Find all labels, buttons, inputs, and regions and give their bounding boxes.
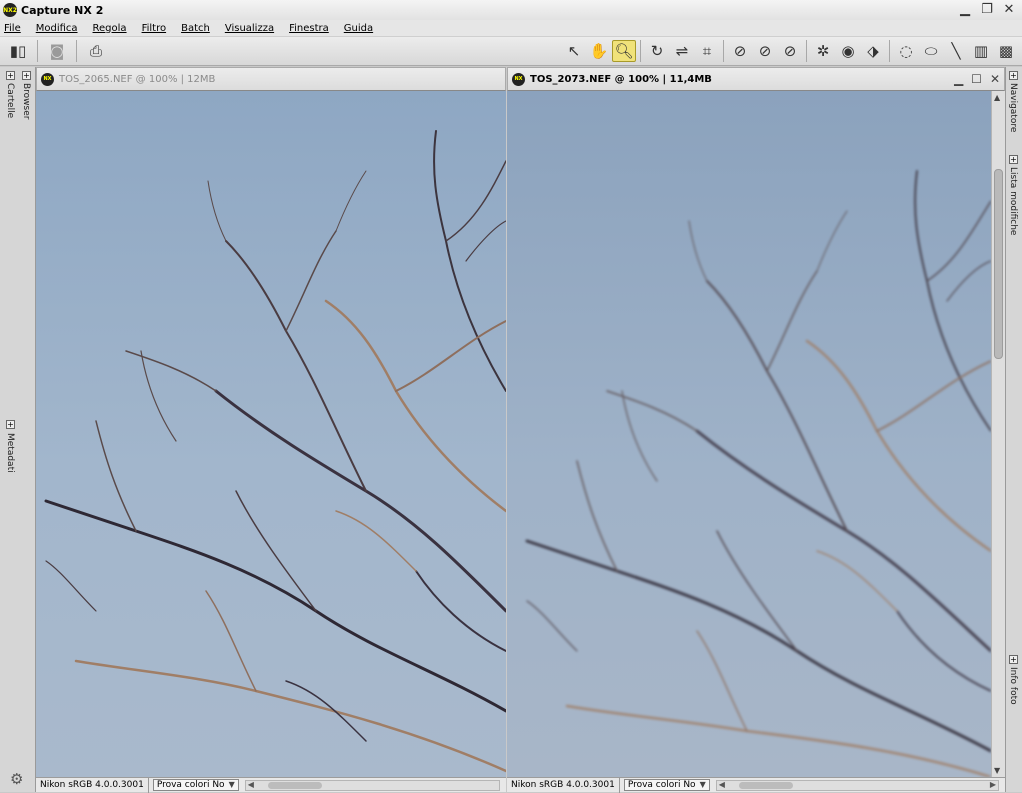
marquee-icon[interactable]: ⬭: [919, 40, 943, 62]
image-window-title: TOS_2065.NEF @ 100% | 12MB: [59, 73, 216, 85]
minimize-button[interactable]: ▁: [958, 2, 972, 17]
expand-metadati-icon[interactable]: +: [6, 420, 15, 429]
menu-batch[interactable]: Batch: [181, 23, 210, 34]
menu-filtro[interactable]: Filtro: [142, 23, 167, 34]
tree-branches-photo: [525, 170, 991, 777]
soft-proof-dropdown[interactable]: Prova colori No ▼: [152, 779, 239, 791]
tab-navigatore[interactable]: Navigatore: [1008, 83, 1018, 132]
right-sidebar: + Navigatore + Lista modifiche + Info fo…: [1005, 67, 1022, 792]
soft-proof-dropdown[interactable]: Prova colori No ▼: [623, 779, 710, 791]
lasso-icon[interactable]: ◌: [894, 40, 918, 62]
image-window-controls: ▁ ☐ ✕: [954, 72, 1000, 86]
arrow-select-icon[interactable]: ↖: [562, 40, 586, 62]
title-bar: NX2 Capture NX 2 ▁ ❐ ✕: [0, 0, 1022, 20]
crop-icon[interactable]: ⌗: [695, 40, 719, 62]
toolbar: ▮▯ ◙ ⎙ ↖ ✋ 🔍︎ ↻ ⇌ ⌗ ⊘ ⊘ ⊘ ✲ ◉ ⬗ ◌ ⬭ ╲ ▥ …: [0, 37, 1022, 66]
gray-point-icon[interactable]: ⊘: [778, 40, 802, 62]
tab-info-foto[interactable]: Info foto: [1008, 667, 1018, 705]
status-bar: Nikon sRGB 4.0.0.3001 Prova colori No ▼ …: [507, 777, 1005, 793]
minimize-button[interactable]: ▁: [954, 72, 963, 86]
soft-proof-value: Prova colori No: [156, 780, 225, 790]
menu-modifica[interactable]: Modifica: [36, 23, 78, 34]
image-window-left: NX TOS_2065.NEF @ 100% | 12MB Nikon sRGB…: [36, 67, 506, 793]
toolbar-separator: [889, 40, 890, 62]
scrollbar-thumb[interactable]: [267, 781, 322, 789]
camera-icon[interactable]: ◙: [45, 40, 69, 62]
menu-finestra[interactable]: Finestra: [289, 23, 329, 34]
menu-visualizza[interactable]: Visualizza: [225, 23, 274, 34]
toolbar-separator: [640, 40, 641, 62]
soft-proof-value: Prova colori No: [627, 780, 696, 790]
tab-cartelle[interactable]: Cartelle: [5, 83, 15, 118]
maximize-button[interactable]: ❐: [980, 2, 994, 17]
status-bar: Nikon sRGB 4.0.0.3001 Prova colori No ▼ …: [36, 777, 506, 793]
app-logo-icon: NX2: [3, 3, 17, 17]
scroll-left-icon[interactable]: ◀: [248, 780, 254, 789]
zoom-icon[interactable]: 🔍︎: [612, 40, 636, 62]
tab-browser[interactable]: Browser: [21, 83, 31, 119]
image-window-title: TOS_2073.NEF @ 100% | 11,4MB: [530, 73, 712, 85]
toolbar-separator: [37, 40, 38, 62]
close-button[interactable]: ✕: [1002, 2, 1016, 17]
menu-file[interactable]: File: [4, 23, 21, 34]
nx-file-icon: NX: [512, 72, 525, 86]
toolbar-separator: [806, 40, 807, 62]
expand-lista-modifiche-icon[interactable]: +: [1009, 155, 1018, 164]
gradient-icon[interactable]: ▥: [969, 40, 993, 62]
vertical-scrollbar[interactable]: ▲ ▼: [991, 91, 1005, 777]
red-eye-icon[interactable]: ✲: [811, 40, 835, 62]
left-sidebar: + Cartelle + Browser + Metadati ⚙: [0, 67, 36, 792]
expand-navigatore-icon[interactable]: +: [1009, 71, 1018, 80]
horizontal-scrollbar[interactable]: ◀: [244, 779, 500, 791]
toolbar-separator: [723, 40, 724, 62]
nx-file-icon: NX: [41, 72, 54, 86]
scroll-down-icon[interactable]: ▼: [994, 766, 1000, 775]
auto-retouch-icon[interactable]: ⬗: [861, 40, 885, 62]
photo-canvas[interactable]: [36, 91, 506, 777]
straighten-icon[interactable]: ⇌: [670, 40, 694, 62]
close-button[interactable]: ✕: [990, 72, 1000, 86]
menu-regola[interactable]: Regola: [93, 23, 127, 34]
image-window-right: NX TOS_2073.NEF @ 100% | 11,4MB ▁ ☐ ✕ ▲ …: [507, 67, 1005, 793]
scroll-up-icon[interactable]: ▲: [994, 93, 1000, 102]
toolbar-separator: [76, 40, 77, 62]
color-profile-label: Nikon sRGB 4.0.0.3001: [507, 777, 620, 793]
color-profile-label: Nikon sRGB 4.0.0.3001: [36, 777, 149, 793]
tree-branches-photo: [44, 130, 506, 773]
expand-cartelle-icon[interactable]: +: [6, 71, 15, 80]
photo-canvas[interactable]: [507, 91, 991, 777]
print-icon[interactable]: ⎙: [84, 40, 108, 62]
window-controls: ▁ ❐ ✕: [958, 2, 1016, 17]
eye-icon[interactable]: ◉: [836, 40, 860, 62]
gear-icon[interactable]: ⚙: [10, 770, 23, 788]
image-window-header[interactable]: NX TOS_2065.NEF @ 100% | 12MB: [36, 67, 506, 91]
white-point-icon[interactable]: ⊘: [753, 40, 777, 62]
expand-browser-icon[interactable]: +: [22, 71, 31, 80]
scrollbar-thumb[interactable]: [738, 781, 793, 789]
app-title: Capture NX 2: [21, 3, 104, 17]
scroll-left-icon[interactable]: ◀: [719, 780, 725, 789]
menu-bar: File Modifica Regola Filtro Batch Visual…: [0, 20, 1022, 37]
tab-lista-modifiche[interactable]: Lista modifiche: [1008, 167, 1018, 235]
horizontal-scrollbar[interactable]: ◀ ▶: [715, 779, 999, 791]
image-window-header[interactable]: NX TOS_2073.NEF @ 100% | 11,4MB ▁ ☐ ✕: [507, 67, 1005, 91]
scrollbar-thumb[interactable]: [994, 169, 1003, 359]
fill-icon[interactable]: ▩: [994, 40, 1018, 62]
scroll-right-icon[interactable]: ▶: [990, 780, 996, 789]
expand-info-foto-icon[interactable]: +: [1009, 655, 1018, 664]
maximize-button[interactable]: ☐: [971, 72, 982, 86]
chevron-down-icon: ▼: [699, 780, 706, 789]
black-point-icon[interactable]: ⊘: [728, 40, 752, 62]
hand-icon[interactable]: ✋: [587, 40, 611, 62]
menu-guida[interactable]: Guida: [344, 23, 373, 34]
tab-metadati[interactable]: Metadati: [5, 433, 15, 473]
chevron-down-icon: ▼: [228, 780, 235, 789]
brush-icon[interactable]: ╲: [944, 40, 968, 62]
layout-icon[interactable]: ▮▯: [6, 40, 30, 62]
rotate-icon[interactable]: ↻: [645, 40, 669, 62]
